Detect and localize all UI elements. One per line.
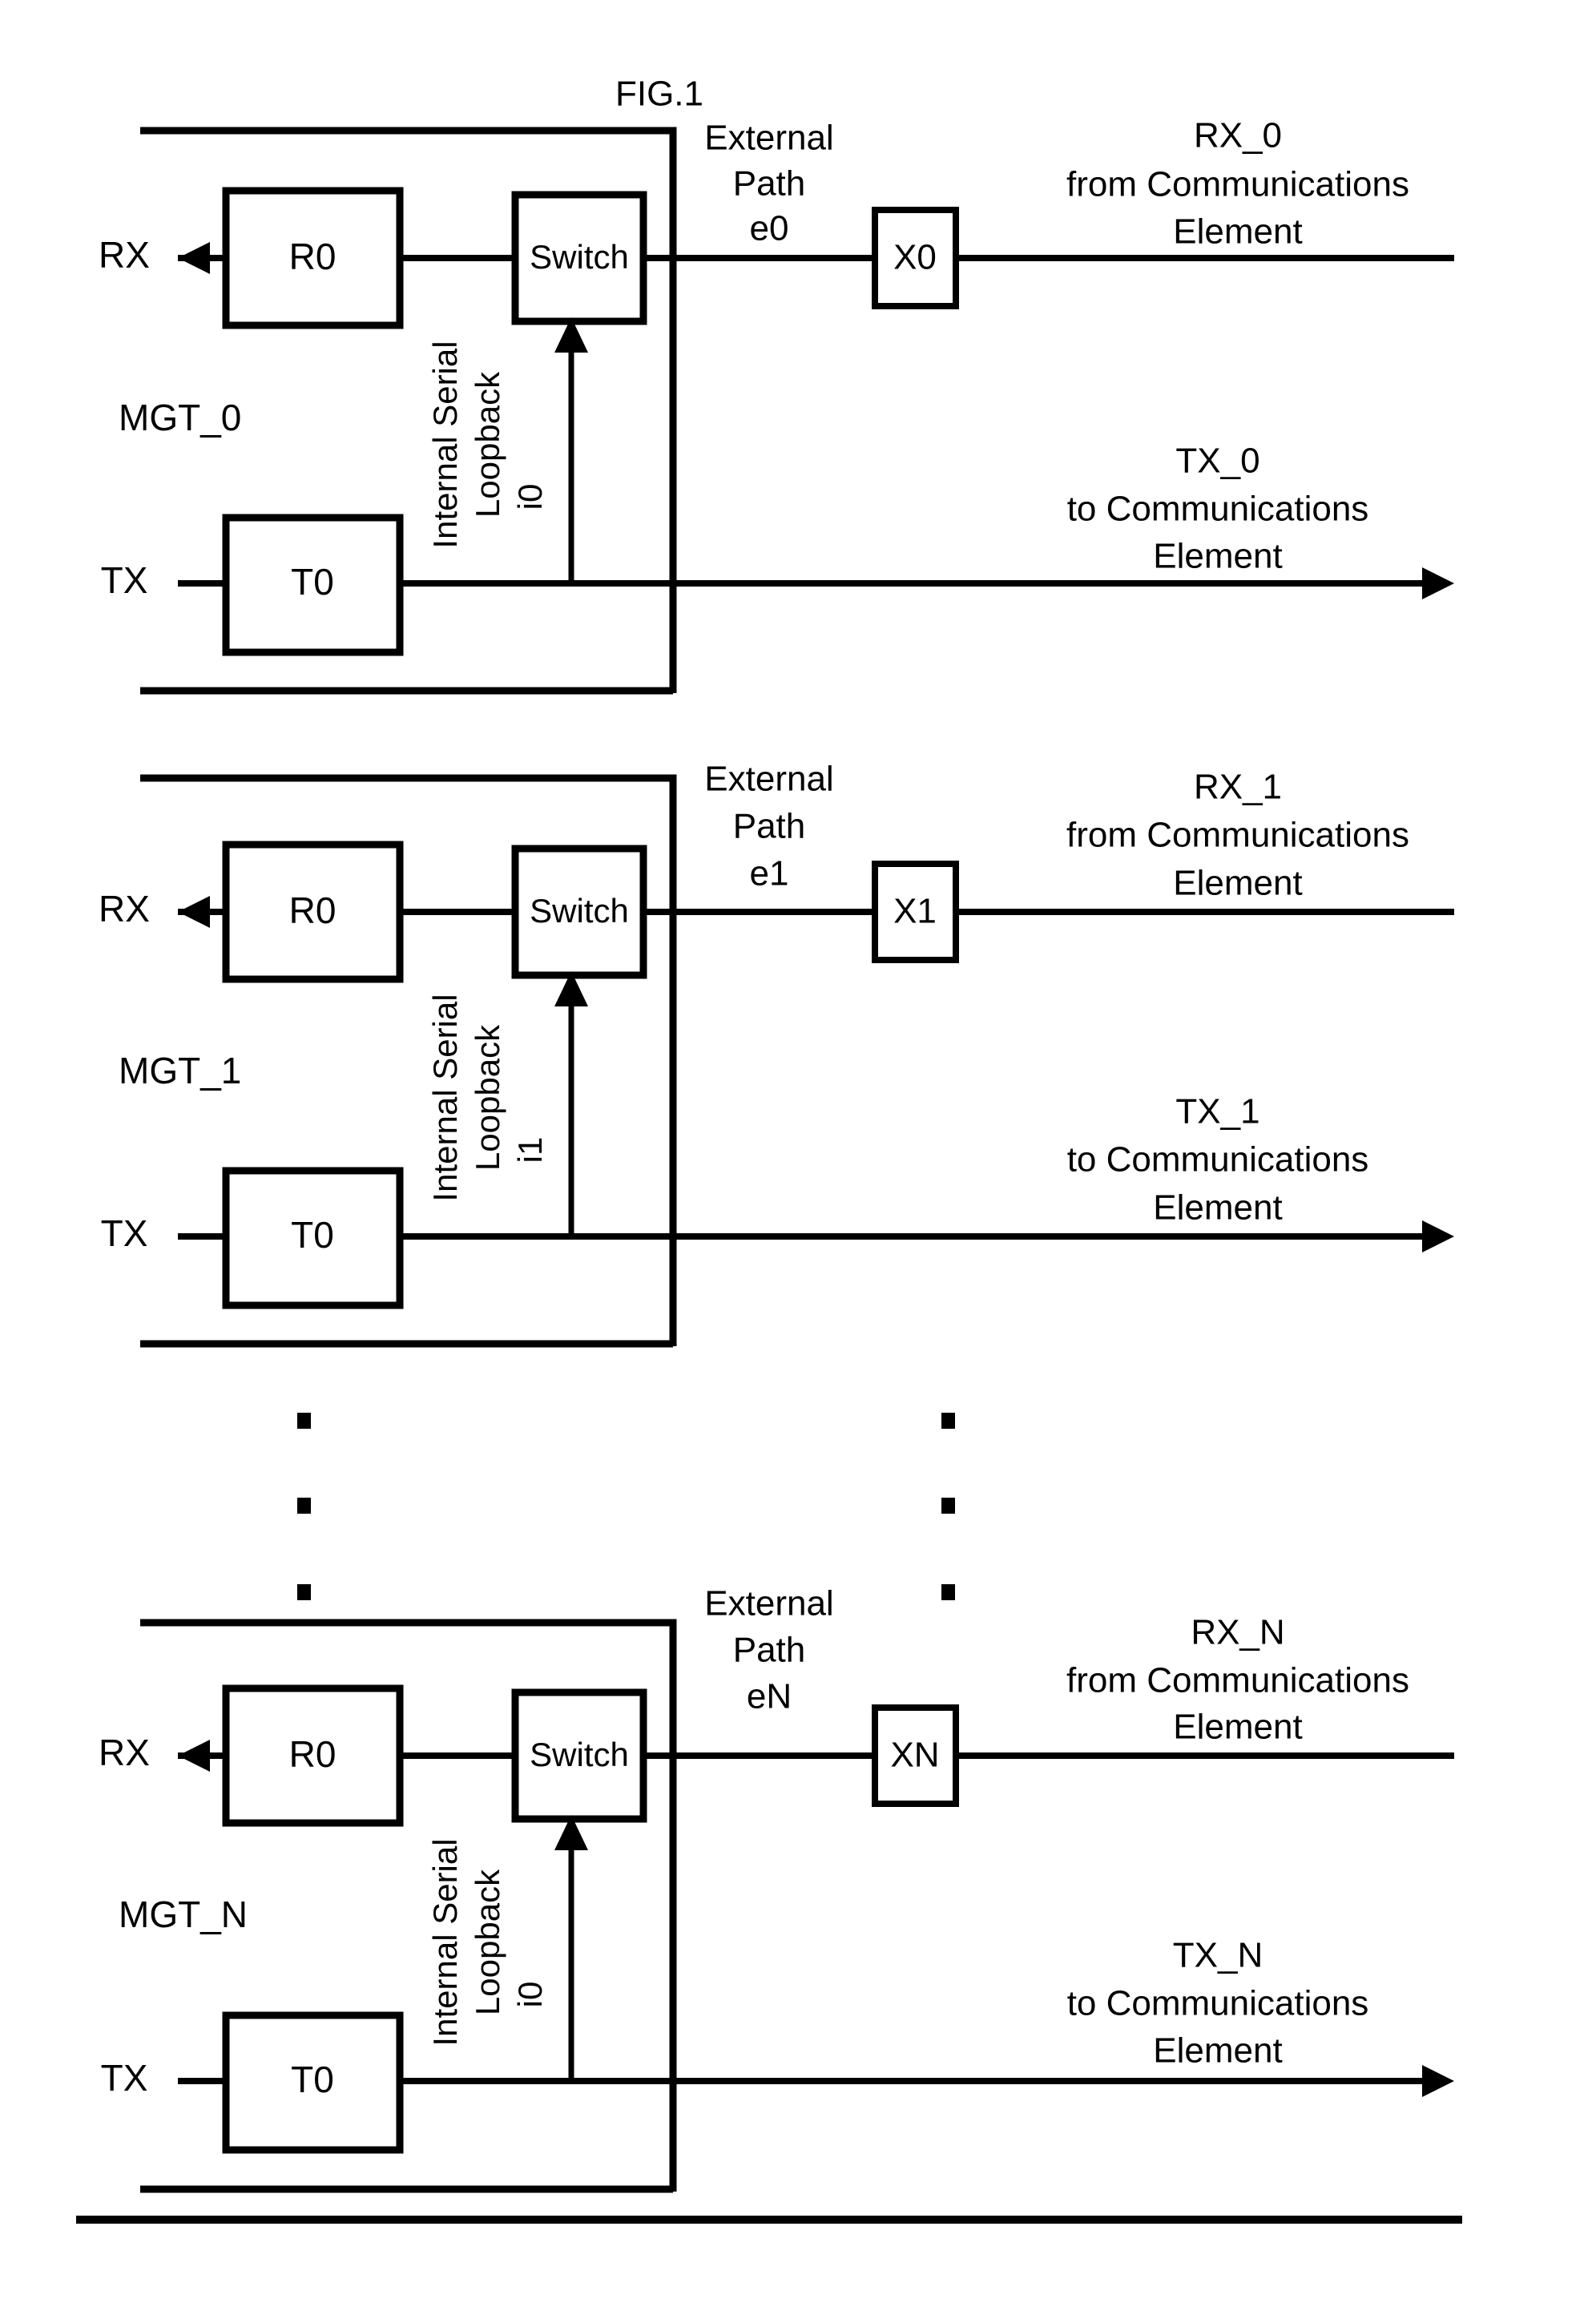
mgt-label-1: MGT_1 bbox=[119, 1050, 241, 1091]
loopback-id-label-1: i1 bbox=[511, 1137, 549, 1164]
receiver-box-label-n: R0 bbox=[289, 1733, 337, 1775]
tx-net-line1-0: TX_0 bbox=[1175, 442, 1259, 481]
rx-net-line1-1: RX_1 bbox=[1194, 768, 1282, 807]
external-path-id-1: e1 bbox=[750, 854, 789, 893]
transmitter-box-label-0: T0 bbox=[291, 561, 334, 603]
mgt-block-1: RX R0 Switch X1 TX T0 Internal Serial Lo… bbox=[99, 760, 1454, 1348]
figure-label: FIG.1 bbox=[615, 75, 703, 114]
tx-net-line2-n: to Communications bbox=[1067, 1984, 1369, 2023]
external-path-line2-0: Path bbox=[733, 164, 806, 204]
ellipsis-dot-icon bbox=[941, 1413, 955, 1429]
ellipsis-dot-icon bbox=[297, 1584, 311, 1600]
rx-arrow-head-n bbox=[178, 1740, 210, 1772]
loopback-label-line1-n: Internal Serial bbox=[426, 1838, 464, 2046]
mgt-block-0: RX R0 Switch X0 TX T0 Internal Serial Lo… bbox=[99, 116, 1454, 695]
transmitter-box-label-n: T0 bbox=[291, 2059, 334, 2100]
switch-box-label-1: Switch bbox=[530, 892, 629, 930]
tx-net-line3-1: Element bbox=[1153, 1188, 1282, 1228]
rx-port-label-1: RX bbox=[99, 888, 150, 930]
loopback-label-line2-0: Loopback bbox=[469, 371, 506, 518]
ellipsis-dot-icon bbox=[941, 1584, 955, 1600]
mgt-label-n: MGT_N bbox=[119, 1894, 248, 1935]
vertical-ellipsis-left bbox=[297, 1413, 311, 1600]
x-box-label-1: X1 bbox=[893, 892, 937, 931]
rx-net-line2-n: from Communications bbox=[1066, 1661, 1409, 1700]
tx-net-line2-0: to Communications bbox=[1067, 490, 1369, 529]
external-path-id-n: eN bbox=[747, 1677, 792, 1716]
loopback-id-label-0: i0 bbox=[511, 484, 549, 510]
external-path-id-0: e0 bbox=[750, 209, 789, 248]
rx-net-line2-0: from Communications bbox=[1066, 165, 1409, 204]
loopback-label-line2-1: Loopback bbox=[469, 1024, 506, 1171]
external-path-line1-n: External bbox=[704, 1584, 833, 1623]
ellipsis-dot-icon bbox=[297, 1498, 311, 1514]
rx-arrow-head-1 bbox=[178, 896, 210, 928]
rx-net-line3-1: Element bbox=[1173, 864, 1302, 903]
switch-box-label-n: Switch bbox=[530, 1736, 629, 1773]
tx-net-line1-n: TX_N bbox=[1173, 1936, 1263, 1975]
x-box-label-0: X0 bbox=[893, 238, 937, 277]
external-path-line2-1: Path bbox=[733, 807, 806, 846]
rx-net-line3-n: Element bbox=[1173, 1708, 1302, 1747]
rx-port-label-n: RX bbox=[99, 1732, 150, 1773]
mgt-label-0: MGT_0 bbox=[119, 397, 241, 438]
vertical-ellipsis-right bbox=[941, 1413, 955, 1600]
figure-canvas: FIG.1 RX R0 Switch X0 TX T0 Internal Ser… bbox=[0, 0, 1596, 2311]
external-path-line1-1: External bbox=[704, 760, 833, 799]
external-path-line1-0: External bbox=[704, 119, 833, 158]
loopback-label-line2-n: Loopback bbox=[469, 1869, 506, 2015]
tx-net-line2-1: to Communications bbox=[1067, 1140, 1369, 1180]
tx-net-arrow-head-0 bbox=[1422, 567, 1454, 599]
loopback-label-line1-1: Internal Serial bbox=[426, 994, 464, 1201]
tx-net-line1-1: TX_1 bbox=[1175, 1092, 1259, 1131]
figure-1-diagram: FIG.1 RX R0 Switch X0 TX T0 Internal Ser… bbox=[76, 75, 1462, 2224]
rx-arrow-head-0 bbox=[178, 242, 210, 274]
switch-box-label-0: Switch bbox=[530, 238, 629, 276]
tx-net-line3-0: Element bbox=[1153, 537, 1282, 576]
rx-port-label-0: RX bbox=[99, 234, 150, 276]
mgt-block-n: RX R0 Switch XN TX T0 Internal Serial Lo… bbox=[99, 1584, 1454, 2193]
rx-net-line2-1: from Communications bbox=[1066, 816, 1409, 855]
ellipsis-dot-icon bbox=[297, 1413, 311, 1429]
tx-net-line3-n: Element bbox=[1153, 2031, 1282, 2071]
tx-port-label-n: TX bbox=[101, 2057, 148, 2099]
ellipsis-dot-icon bbox=[941, 1498, 955, 1514]
transmitter-box-label-1: T0 bbox=[291, 1214, 334, 1256]
external-path-line2-n: Path bbox=[733, 1631, 806, 1670]
tx-net-arrow-head-n bbox=[1422, 2065, 1454, 2097]
rx-net-line3-0: Element bbox=[1173, 212, 1302, 252]
tx-port-label-1: TX bbox=[101, 1212, 148, 1254]
rx-net-line1-0: RX_0 bbox=[1194, 116, 1282, 155]
loopback-id-label-n: i0 bbox=[511, 1982, 549, 2008]
x-box-label-n: XN bbox=[890, 1736, 939, 1775]
tx-port-label-0: TX bbox=[101, 559, 148, 601]
rx-net-line1-n: RX_N bbox=[1191, 1613, 1284, 1652]
tx-net-arrow-head-1 bbox=[1422, 1220, 1454, 1252]
receiver-box-label-1: R0 bbox=[289, 889, 337, 931]
receiver-box-label-0: R0 bbox=[289, 236, 337, 277]
loopback-label-line1-0: Internal Serial bbox=[426, 341, 464, 548]
